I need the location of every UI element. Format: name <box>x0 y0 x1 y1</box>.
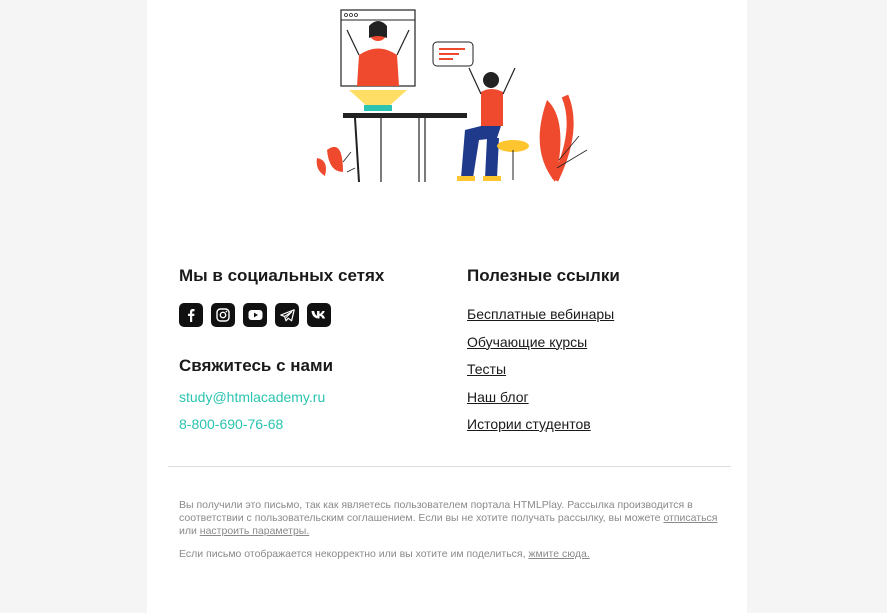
legal-or-text: или <box>179 525 197 537</box>
useful-links-list: Бесплатные вебинары Обучающие курсы Тест… <box>467 305 727 433</box>
legal-notice: Вы получили это письмо, так как являетес… <box>179 499 719 561</box>
view-online-text: Если письмо отображается некорректно или… <box>179 548 526 560</box>
link-tests[interactable]: Тесты <box>467 360 727 378</box>
useful-links-column: Полезные ссылки Бесплатные вебинары Обуч… <box>467 266 727 443</box>
link-webinars[interactable]: Бесплатные вебинары <box>467 305 727 323</box>
email-link[interactable]: study@htmlacademy.ru <box>179 388 439 406</box>
view-online-link[interactable]: жмите сюда. <box>528 548 589 560</box>
footer-divider <box>168 466 731 467</box>
social-title: Мы в социальных сетях <box>179 266 385 285</box>
facebook-icon[interactable] <box>179 303 203 327</box>
legal-paragraph-view: Если письмо отображается некорректно или… <box>179 548 719 561</box>
link-student-stories[interactable]: Истории студентов <box>467 415 727 433</box>
contact-title: Свяжитесь с нами <box>179 356 334 375</box>
useful-links-title: Полезные ссылки <box>467 266 620 285</box>
phone-link[interactable]: 8-800-690-76-68 <box>179 415 439 433</box>
link-blog[interactable]: Наш блог <box>467 388 727 406</box>
social-contact-column: Мы в социальных сетях Свяжитесь с нами s… <box>179 266 439 433</box>
legal-paragraph-subscription: Вы получили это письмо, так как являетес… <box>179 499 719 538</box>
unsubscribe-link[interactable]: отписаться <box>663 512 717 524</box>
settings-link[interactable]: настроить параметры. <box>200 525 309 537</box>
legal-text: Вы получили это письмо, так как являетес… <box>179 499 693 524</box>
social-icons-row <box>179 303 439 327</box>
youtube-icon[interactable] <box>243 303 267 327</box>
video-call-illustration <box>316 9 588 183</box>
email-card: Мы в социальных сетях Свяжитесь с нами s… <box>147 0 747 613</box>
vk-icon[interactable] <box>307 303 331 327</box>
telegram-icon[interactable] <box>275 303 299 327</box>
instagram-icon[interactable] <box>211 303 235 327</box>
link-courses[interactable]: Обучающие курсы <box>467 333 727 351</box>
